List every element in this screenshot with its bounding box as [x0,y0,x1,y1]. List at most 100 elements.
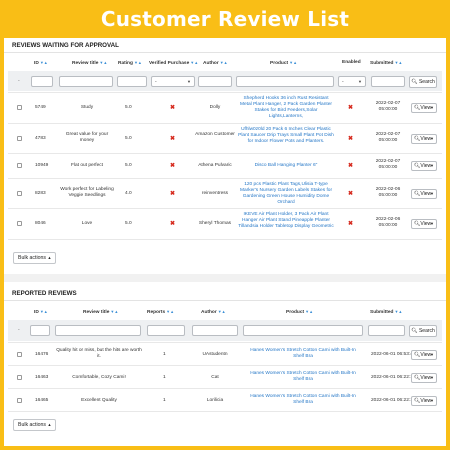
row-checkbox[interactable] [17,105,22,110]
col-header-review-title[interactable]: Review title▼▲ [83,309,118,315]
col-header-enabled: Enabled [342,60,361,65]
filter-product-input[interactable] [243,325,363,336]
section-divider [4,300,446,301]
disabled-icon: ✖ [348,221,354,227]
row-product-link[interactable]: Hanes Women's Stretch Cotton Cami with B… [245,394,361,406]
disabled-icon: ✖ [348,105,354,111]
row-title: Excellent Quality [81,398,117,403]
row-divider [8,239,442,240]
filter-title-input[interactable] [55,325,141,336]
row-author: reinventress [201,191,229,196]
col-header-rating[interactable]: Rating▼▲ [118,60,142,66]
section-divider [4,52,446,53]
view-button[interactable]: 🔍︎View ▼ [411,373,437,383]
row-checkbox[interactable] [17,163,22,168]
not-verified-icon: ✖ [170,221,176,227]
row-reports: 1 [163,398,166,403]
not-verified-icon: ✖ [170,191,176,197]
row-id: 10949 [35,163,49,168]
row-divider [8,178,442,179]
row-checkbox[interactable] [17,375,22,380]
pending-section-title: REVIEWS WAITING FOR APPROVAL [12,42,119,49]
view-button[interactable]: 🔍︎View ▼ [411,396,437,406]
col-header-submitted[interactable]: Submitted▼▲ [370,309,402,315]
row-checkbox[interactable] [17,221,22,226]
row-submitted: 2022-02-07 05:00:00 [375,159,401,170]
page-title: Customer Review List [100,7,350,31]
row-product-link[interactable]: IKEVE Air Plant Holder, 3 Pack Air Plant… [238,212,334,230]
filter-id-input[interactable] [31,76,53,87]
col-header-author[interactable]: Author▼▲ [203,60,228,66]
disabled-icon: ✖ [348,191,354,197]
row-product-link[interactable]: Ufhlw0z0ld 20 Pack 6 Inches Clear Plasti… [238,127,334,145]
row-submitted: 2022-06-01 06:22:10 [371,375,416,380]
row-checkbox[interactable] [17,352,22,357]
row-divider [8,92,442,93]
col-header-author[interactable]: Author▼▲ [201,309,226,315]
filter-author-input[interactable] [198,76,232,87]
row-submitted: 2022-02-06 05:00:00 [375,217,401,228]
filter-submitted-input[interactable] [368,325,405,336]
view-button[interactable]: 🔍︎View ▼ [411,134,437,144]
row-checkbox[interactable] [17,136,22,141]
row-rating: 5.0 [125,136,132,141]
col-header-submitted[interactable]: Submitted▼▲ [370,60,402,66]
view-button[interactable]: 🔍︎View ▼ [411,161,437,171]
row-product-link[interactable]: Hanes Women's Stretch Cotton Cami with B… [245,348,361,360]
disabled-icon: ✖ [348,136,354,142]
row-product-link[interactable]: Hanes Women's Stretch Cotton Cami with B… [245,371,361,383]
filter-dash: - [18,327,20,333]
filter-verified-select[interactable]: - ▼ [151,76,195,87]
row-author: Lorilicia [206,398,224,403]
filter-product-input[interactable] [236,76,334,87]
page-banner: Customer Review List [0,0,450,38]
col-header-review-title[interactable]: Review title▼▲ [72,60,107,66]
row-author: Cat [211,375,219,380]
filter-submitted-input[interactable] [371,76,405,87]
row-divider [8,123,442,124]
filter-enabled-select[interactable]: - ▼ [338,76,366,87]
row-id: 16465 [35,398,49,403]
filter-author-input[interactable] [192,325,238,336]
row-rating: 5.0 [125,221,132,226]
col-header-verified[interactable]: Verified Purchase▼▲ [149,60,198,66]
review-panel: REVIEWS WAITING FOR APPROVAL ID▼▲ Review… [4,38,446,446]
row-author: UAstudentn [202,352,228,357]
col-header-product[interactable]: Product▼▲ [286,309,313,315]
row-divider [8,388,442,389]
row-product-link[interactable]: Disco Ball Hanging Planter 6" [238,163,334,169]
section-gap [4,274,446,282]
reported-search-button[interactable]: 🔍︎ Search [409,325,437,337]
pending-search-button[interactable]: 🔍︎ Search [409,76,437,88]
col-header-id[interactable]: ID▼▲ [34,60,48,66]
row-author: Dolly [209,105,221,110]
filter-dash: - [18,78,20,84]
reported-bulk-actions-button[interactable]: Bulk actions ▲ [13,419,57,431]
view-button[interactable]: 🔍︎View ▼ [411,219,437,229]
filter-reports-input[interactable] [147,325,185,336]
view-button[interactable]: 🔍︎View ▼ [411,189,437,199]
col-header-reports[interactable]: Reports▼▲ [147,309,174,315]
row-title: Comfortable, Cozy Cami! [72,375,126,380]
view-button[interactable]: 🔍︎View ▼ [411,350,437,360]
row-title: Love [81,221,93,226]
filter-title-input[interactable] [59,76,113,87]
filter-rating-input[interactable] [117,76,147,87]
row-author: Amazon Customer [195,132,235,137]
row-divider [8,411,442,412]
search-icon: 🔍︎ [411,328,418,334]
row-rating: 5.0 [125,163,132,168]
view-button[interactable]: 🔍︎View ▼ [411,103,437,113]
col-header-product[interactable]: Product▼▲ [270,60,297,66]
not-verified-icon: ✖ [170,136,176,142]
col-header-id[interactable]: ID▼▲ [34,309,48,315]
row-checkbox[interactable] [17,398,22,403]
row-id: 8046 [35,221,46,226]
row-checkbox[interactable] [17,191,22,196]
pending-bulk-actions-button[interactable]: Bulk actions ▲ [13,252,57,264]
row-submitted: 2022-02-07 05:00:00 [375,132,401,143]
filter-id-input[interactable] [30,325,50,336]
row-product-link[interactable]: 120 pcs Plastic Plant Tags,Ulisia T-type… [238,182,334,206]
row-product-link[interactable]: Shepherd Hooks 36 inch Rust Resistant Me… [238,96,334,120]
row-id: 4783 [35,136,46,141]
